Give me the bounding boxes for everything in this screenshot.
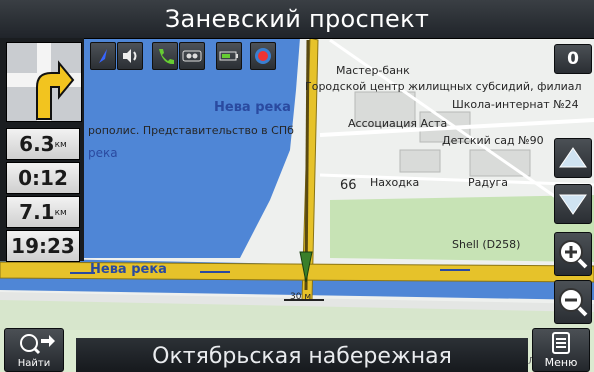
poi-raduga: Радуга — [468, 176, 509, 189]
scale-label: 30 м — [290, 292, 312, 302]
distance-to-turn-value: 6.3 — [19, 132, 55, 156]
poi-school: Школа-интернат №24 — [452, 98, 579, 111]
river-label-lower: Нева река — [90, 262, 167, 277]
scroll-up-button[interactable] — [554, 138, 592, 178]
find-button[interactable]: Найти — [4, 328, 64, 372]
arrival-time-value: 19:23 — [11, 234, 75, 258]
arrival-time: 19:23 — [6, 230, 80, 262]
menu-label: Меню — [544, 356, 578, 369]
distance-to-turn: 6.3км — [6, 128, 80, 160]
arrow-up-icon — [559, 147, 587, 168]
poi-shell: Shell (D258) — [452, 238, 521, 251]
trip-info-panel: 6.3км 0:12 7.1км 19:23 — [0, 38, 84, 262]
find-label: Найти — [17, 358, 51, 369]
distance-remaining-unit: км — [54, 208, 67, 218]
gps-icon[interactable] — [250, 42, 276, 70]
turn-indicator[interactable] — [6, 42, 82, 122]
current-street-bar: Заневский проспект — [0, 0, 594, 39]
zoom-in-button[interactable] — [554, 232, 592, 276]
house-number: 66 — [340, 178, 357, 193]
poi-asta: Ассоциация Аста — [348, 117, 448, 130]
arrow-down-icon — [559, 194, 587, 215]
counter-button[interactable]: 0 — [554, 44, 592, 74]
turn-right-icon — [7, 43, 81, 121]
menu-button[interactable]: Меню — [532, 328, 590, 372]
scroll-down-button[interactable] — [554, 184, 592, 224]
poi-kindergarten: Детский сад №90 — [442, 134, 544, 147]
distance-remaining: 7.1км — [6, 196, 80, 228]
battery-icon[interactable] — [216, 42, 242, 70]
next-street-bar: Октябрьская набережная — [76, 338, 528, 372]
record-icon[interactable] — [179, 42, 205, 70]
time-to-turn: 0:12 — [6, 162, 80, 194]
navigation-screen: Нева река Нева река река рополис. Предст… — [0, 0, 594, 372]
river-label-upper: Нева река — [214, 100, 291, 115]
counter-value: 0 — [567, 49, 579, 69]
zoom-in-icon — [559, 240, 588, 269]
poi-nakhodka: Находка — [370, 176, 420, 189]
zoom-out-button[interactable] — [554, 280, 592, 324]
distance-remaining-value: 7.1 — [19, 200, 55, 224]
current-street: Заневский проспект — [164, 5, 430, 33]
zoom-out-icon — [559, 288, 588, 317]
next-street: Октябрьская набережная — [152, 344, 452, 369]
phone-icon[interactable] — [152, 42, 178, 70]
sound-icon[interactable] — [117, 42, 143, 70]
search-icon — [20, 334, 55, 355]
river-label-left: река — [88, 146, 118, 160]
poi-housing: Городской центр жилищных субсидий, филиа… — [305, 80, 582, 93]
time-to-turn-value: 0:12 — [18, 166, 68, 190]
poi-bank: Мастер-банк — [336, 64, 410, 77]
poi-metropolis: рополис. Представительство в СПб — [88, 124, 294, 137]
distance-to-turn-unit: км — [54, 140, 67, 150]
compass-icon[interactable] — [90, 42, 116, 70]
menu-icon — [552, 332, 570, 354]
